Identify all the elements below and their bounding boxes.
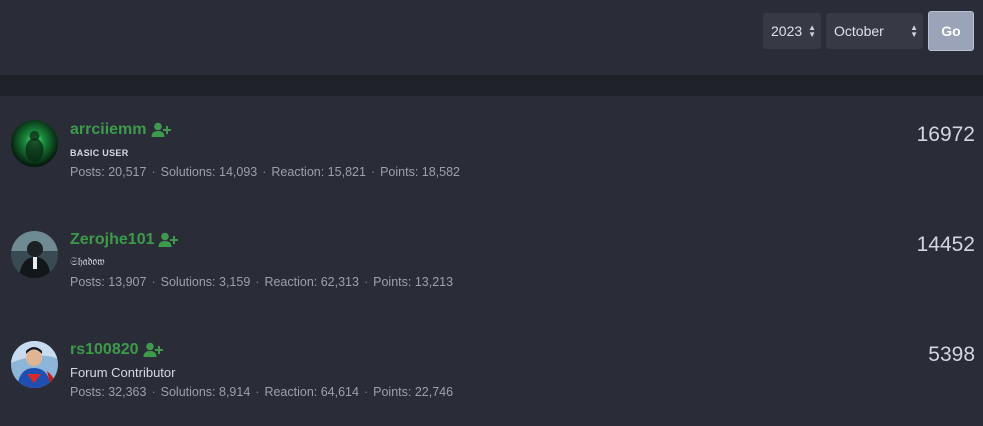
user-score: 5398: [928, 343, 975, 366]
dark-figure-avatar-icon: [11, 231, 58, 278]
leaderboard-row: rs100820 Forum Contributor Posts: 32,363…: [0, 316, 983, 426]
reaction-stat: Reaction: 62,313: [264, 275, 359, 289]
avatar[interactable]: [11, 120, 58, 167]
month-select[interactable]: October ▲ ▼: [826, 13, 923, 49]
reaction-stat: Reaction: 64,614: [264, 385, 359, 399]
solutions-stat: Solutions: 14,093: [160, 165, 258, 179]
user-title: Forum Contributor: [70, 365, 176, 380]
filter-bar: 2023 ▲ ▼ October ▲ ▼ Go: [0, 0, 983, 76]
leaderboard-row: arrciiemm BASIC USER Posts: 20,517 · Solut…: [0, 96, 983, 206]
user-stats: Posts: 20,517 · Solutions: 14,093 · Reaction…: [70, 165, 461, 179]
add-user-icon[interactable]: [158, 232, 179, 248]
posts-stat: Posts: 13,907: [70, 275, 147, 289]
user-title: 𝔖𝔥𝔞𝔡𝔬𝔴: [70, 256, 105, 268]
avatar[interactable]: [11, 231, 58, 278]
user-title: BASIC USER: [70, 148, 129, 158]
points-stat: Points: 18,582: [380, 165, 461, 179]
points-stat: Points: 13,213: [373, 275, 454, 289]
go-button[interactable]: Go: [928, 11, 974, 51]
points-stat: Points: 22,746: [373, 385, 454, 399]
user-stats: Posts: 32,363 · Solutions: 8,914 · Reaction:…: [70, 385, 454, 399]
solutions-stat: Solutions: 8,914: [160, 385, 251, 399]
posts-stat: Posts: 20,517: [70, 165, 147, 179]
username[interactable]: rs100820: [70, 341, 139, 359]
select-arrows-icon: ▲ ▼: [910, 23, 918, 39]
superhero-avatar-icon: [11, 341, 58, 388]
green-glow-avatar-icon: [11, 120, 58, 167]
filter-controls: 2023 ▲ ▼ October ▲ ▼ Go: [763, 11, 974, 51]
year-select[interactable]: 2023 ▲ ▼: [763, 13, 821, 49]
solutions-stat: Solutions: 3,159: [160, 275, 251, 289]
add-user-icon[interactable]: [143, 342, 163, 358]
select-arrows-icon: ▲ ▼: [808, 23, 816, 39]
section-divider: [0, 76, 983, 96]
username[interactable]: arrciiemm: [70, 121, 147, 139]
posts-stat: Posts: 32,363: [70, 385, 147, 399]
username[interactable]: Zerojhe101: [70, 231, 154, 249]
user-stats: Posts: 13,907 · Solutions: 3,159 · Reaction:…: [70, 275, 454, 289]
add-user-icon[interactable]: [151, 122, 171, 138]
reaction-stat: Reaction: 15,821: [271, 165, 366, 179]
user-score: 14452: [916, 233, 975, 256]
month-select-value: October: [834, 23, 884, 39]
year-select-value: 2023: [771, 23, 803, 39]
avatar[interactable]: [11, 341, 58, 388]
user-score: 16972: [916, 123, 975, 146]
leaderboard-row: Zerojhe101 𝔖𝔥𝔞𝔡𝔬𝔴 Posts: 13,907 · Solution…: [0, 206, 983, 316]
